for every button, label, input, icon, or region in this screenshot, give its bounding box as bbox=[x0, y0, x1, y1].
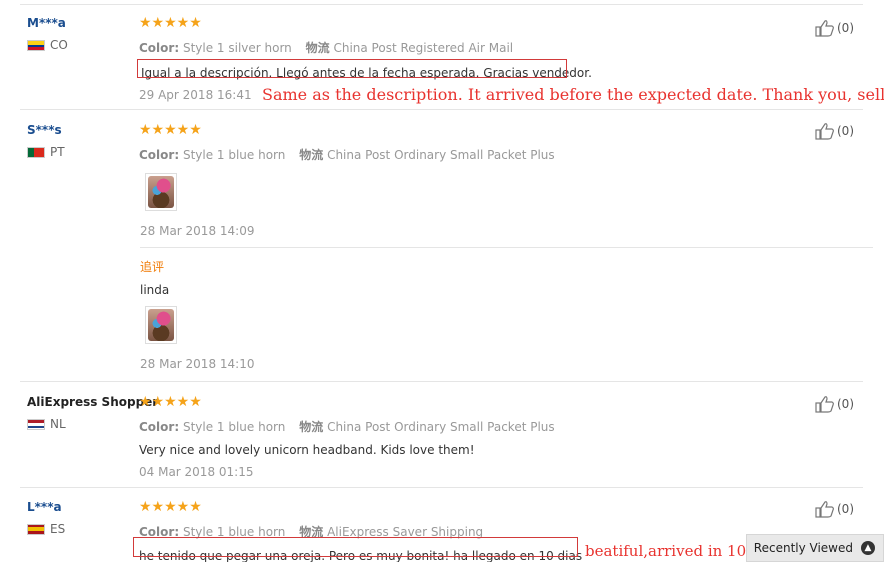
shipping-value: China Post Registered Air Mail bbox=[333, 41, 514, 55]
followup-date: 28 Mar 2018 14:10 bbox=[140, 357, 255, 371]
chevron-up-icon: ▲ bbox=[861, 541, 875, 555]
order-info: Color: Style 1 silver horn 物流 China Post… bbox=[139, 39, 739, 56]
helpful-count: (0) bbox=[837, 502, 854, 516]
recently-viewed-tab[interactable]: Recently Viewed ▲ bbox=[746, 534, 884, 562]
reviewer-name[interactable]: S***s bbox=[27, 123, 65, 137]
helpful-button[interactable]: (0) bbox=[815, 500, 854, 518]
review-item: AliExpress Shopper NL ★★★★★ Color: Style… bbox=[20, 381, 863, 486]
reviewer-name[interactable]: L***a bbox=[27, 500, 65, 514]
color-value: Style 1 blue horn bbox=[182, 148, 286, 162]
color-label: Color: bbox=[139, 420, 180, 434]
reviewer-info: S***s PT bbox=[27, 123, 65, 159]
order-info: Color: Style 1 blue horn 物流 China Post O… bbox=[139, 146, 739, 163]
photo-thumbnail bbox=[148, 176, 174, 208]
thumbs-up-icon bbox=[815, 501, 834, 518]
flag-pt-icon bbox=[27, 146, 45, 158]
translation-annotation: Same as the description. It arrived befo… bbox=[262, 85, 884, 104]
reviewer-country: PT bbox=[27, 145, 65, 159]
thumbs-up-icon bbox=[815, 396, 834, 413]
followup-photo[interactable] bbox=[145, 306, 177, 344]
helpful-count: (0) bbox=[837, 397, 854, 411]
shipping-value: China Post Ordinary Small Packet Plus bbox=[327, 420, 555, 434]
photo-thumbnail bbox=[148, 309, 174, 341]
helpful-button[interactable]: (0) bbox=[815, 19, 854, 37]
order-info: Color: Style 1 blue horn 物流 China Post O… bbox=[139, 418, 739, 435]
annotation-box bbox=[137, 59, 567, 78]
reviewer-info: L***a ES bbox=[27, 500, 65, 536]
country-code: CO bbox=[50, 38, 68, 52]
review-text: Very nice and lovely unicorn headband. K… bbox=[139, 443, 475, 457]
divider bbox=[140, 247, 873, 248]
review-photo[interactable] bbox=[145, 173, 177, 211]
star-rating: ★★★★★ bbox=[139, 394, 202, 410]
color-value: Style 1 blue horn bbox=[182, 420, 286, 434]
recently-viewed-label: Recently Viewed bbox=[753, 541, 853, 555]
thumbs-up-icon bbox=[815, 123, 834, 140]
followup-label: 追评 bbox=[140, 260, 165, 274]
reviewer-info: M***a CO bbox=[27, 16, 68, 52]
country-code: PT bbox=[50, 145, 65, 159]
star-rating: ★★★★★ bbox=[139, 499, 202, 515]
shipping-label: 物流 bbox=[299, 148, 324, 162]
color-value: Style 1 silver horn bbox=[182, 41, 292, 55]
annotation-box bbox=[133, 537, 578, 557]
reviewer-name[interactable]: M***a bbox=[27, 16, 68, 30]
helpful-count: (0) bbox=[837, 124, 854, 138]
review-date: 04 Mar 2018 01:15 bbox=[139, 465, 254, 479]
country-code: ES bbox=[50, 522, 66, 536]
followup-text: linda bbox=[140, 283, 170, 297]
star-rating: ★★★★★ bbox=[139, 15, 202, 31]
shipping-label: 物流 bbox=[305, 41, 330, 55]
helpful-button[interactable]: (0) bbox=[815, 122, 854, 140]
helpful-count: (0) bbox=[837, 21, 854, 35]
review-content: ★★★★★ Color: Style 1 blue horn 物流 China … bbox=[139, 123, 739, 163]
flag-es-icon bbox=[27, 523, 45, 535]
flag-co-icon bbox=[27, 39, 45, 51]
review-item: S***s PT ★★★★★ Color: Style 1 blue horn … bbox=[20, 109, 873, 381]
review-date: 28 Mar 2018 14:09 bbox=[140, 224, 255, 238]
review-content: ★★★★★ Color: Style 1 blue horn 物流 China … bbox=[139, 395, 739, 479]
shipping-value: China Post Ordinary Small Packet Plus bbox=[327, 148, 555, 162]
country-code: NL bbox=[50, 417, 66, 431]
thumbs-up-icon bbox=[815, 20, 834, 37]
reviewer-country: CO bbox=[27, 38, 68, 52]
star-rating: ★★★★★ bbox=[139, 122, 202, 138]
flag-nl-icon bbox=[27, 418, 45, 430]
shipping-label: 物流 bbox=[299, 420, 324, 434]
color-label: Color: bbox=[139, 41, 180, 55]
reviewer-country: ES bbox=[27, 522, 65, 536]
color-label: Color: bbox=[139, 148, 180, 162]
helpful-button[interactable]: (0) bbox=[815, 395, 854, 413]
